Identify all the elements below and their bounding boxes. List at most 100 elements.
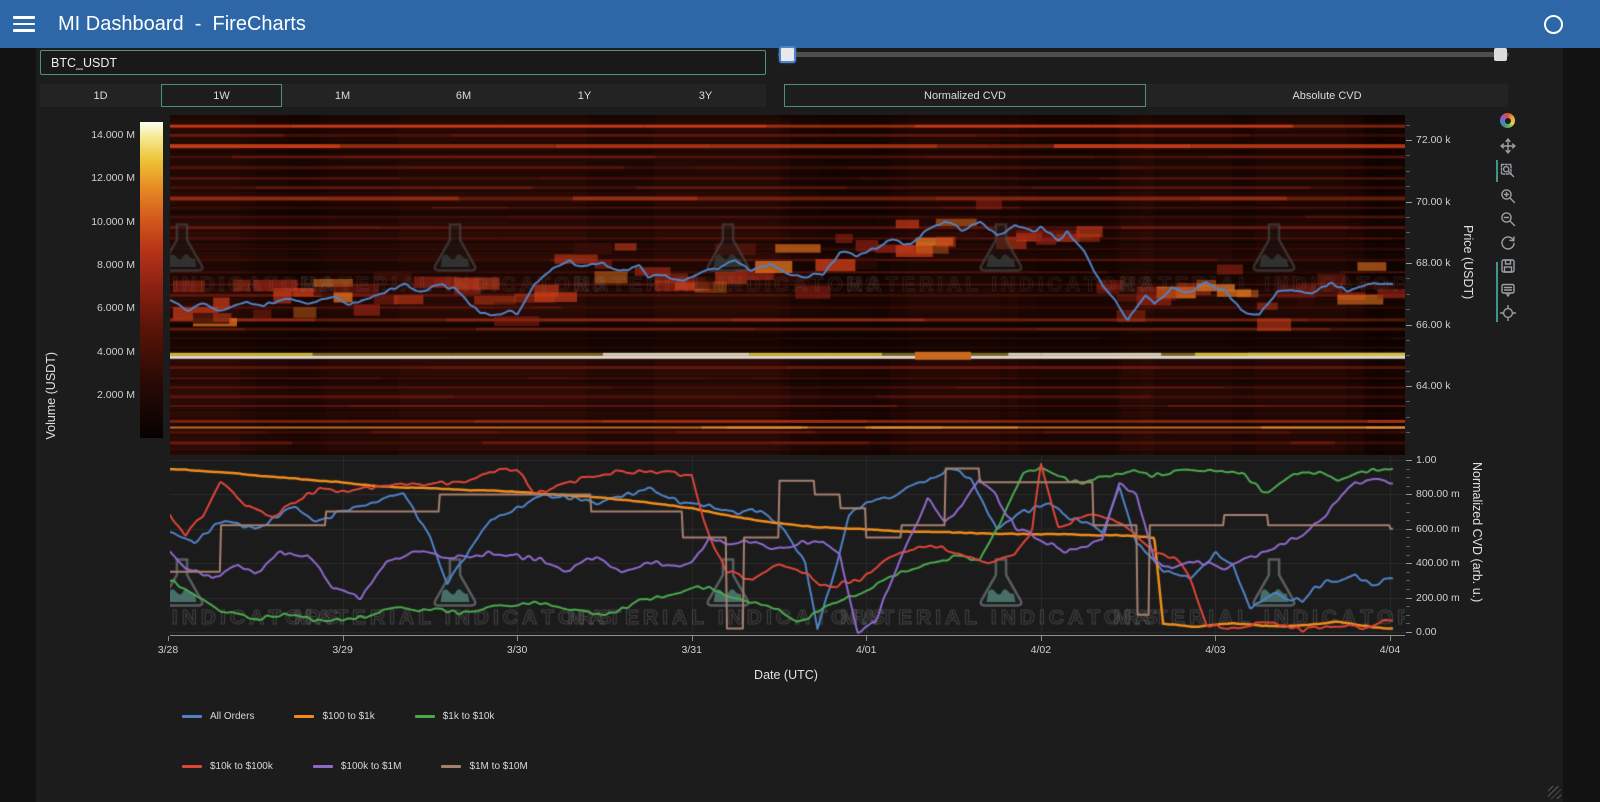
legend-item-all-orders[interactable]: All Orders bbox=[182, 711, 254, 722]
cvd-mode-button-normalized-cvd[interactable]: Normalized CVD bbox=[784, 84, 1146, 107]
cvd-mode-button-group: Normalized CVDAbsolute CVD bbox=[784, 84, 1508, 107]
cvd-tick-mark bbox=[1406, 615, 1410, 616]
modebar-active-indicator bbox=[1496, 262, 1498, 322]
cvd-tick-mark bbox=[1406, 486, 1410, 487]
cvd-tick-mark bbox=[1406, 580, 1410, 581]
x-tick-mark bbox=[1390, 636, 1391, 641]
box-zoom-icon[interactable] bbox=[1500, 163, 1516, 179]
price-tick-mark bbox=[1406, 278, 1410, 279]
price-tick-mark bbox=[1406, 248, 1410, 249]
timeframe-button-1d[interactable]: 1D bbox=[40, 84, 161, 107]
price-tick-mark bbox=[1406, 386, 1412, 387]
legend-line-swatch bbox=[313, 765, 333, 768]
x-tick-mark bbox=[1215, 636, 1216, 641]
legend-item--1k-to-10k[interactable]: $1k to $10k bbox=[415, 711, 495, 722]
x-axis-line bbox=[170, 635, 1405, 636]
date-range-slider-left-handle[interactable] bbox=[779, 46, 796, 63]
price-tick-mark bbox=[1406, 125, 1410, 126]
x-tick-label: 3/29 bbox=[323, 644, 363, 656]
heatmap-canvas[interactable] bbox=[170, 115, 1405, 455]
legend-label: $1M to $10M bbox=[469, 761, 527, 772]
hamburger-menu-icon[interactable] bbox=[13, 16, 35, 33]
cvd-tick-mark bbox=[1406, 494, 1412, 495]
x-tick-label: 4/02 bbox=[1021, 644, 1061, 656]
cvd-tick-mark bbox=[1406, 460, 1412, 461]
circle-outline-icon[interactable] bbox=[1544, 15, 1563, 34]
legend-item--1m-to-10m[interactable]: $1M to $10M bbox=[441, 761, 527, 772]
cvd-tick-mark bbox=[1406, 546, 1410, 547]
price-tick-mark bbox=[1406, 140, 1412, 141]
date-range-slider-right-handle[interactable] bbox=[1494, 48, 1507, 61]
price-tick-mark bbox=[1406, 401, 1410, 402]
spikelines-icon[interactable] bbox=[1500, 305, 1516, 321]
x-tick-mark bbox=[866, 636, 867, 641]
x-tick-label: 3/30 bbox=[497, 644, 537, 656]
cvd-tick-label: 1.00 bbox=[1416, 454, 1436, 466]
timeframe-button-6m[interactable]: 6M bbox=[403, 84, 524, 107]
app-header: MI Dashboard - FireCharts bbox=[0, 0, 1600, 48]
legend-label: $10k to $100k bbox=[210, 761, 273, 772]
cvd-tick-mark bbox=[1406, 606, 1410, 607]
cvd-tick-mark bbox=[1406, 512, 1410, 513]
legend-line-swatch bbox=[294, 715, 314, 718]
timeframe-button-1w[interactable]: 1W bbox=[161, 84, 282, 107]
cvd-tick-label: 600.00 m bbox=[1416, 523, 1460, 535]
price-tick-label: 68.00 k bbox=[1416, 257, 1450, 269]
colorbar-tick-label: 6.000 M bbox=[40, 302, 135, 314]
price-tick-mark bbox=[1406, 432, 1410, 433]
hover-icon[interactable] bbox=[1500, 282, 1516, 298]
plotly-logo-icon[interactable] bbox=[1500, 113, 1516, 129]
timeframe-button-3y[interactable]: 3Y bbox=[645, 84, 766, 107]
cvd-tick-mark bbox=[1406, 598, 1412, 599]
page-title: MI Dashboard - FireCharts bbox=[58, 0, 306, 48]
x-axis-title: Date (UTC) bbox=[686, 668, 886, 682]
legend-item--100k-to-1m[interactable]: $100k to $1M bbox=[313, 761, 402, 772]
cvd-tick-label: 800.00 m bbox=[1416, 488, 1460, 500]
cvd-tick-label: 0.00 bbox=[1416, 626, 1436, 638]
x-tick-mark bbox=[343, 636, 344, 641]
price-tick-label: 72.00 k bbox=[1416, 134, 1450, 146]
legend-item--100-to-1k[interactable]: $100 to $1k bbox=[294, 711, 374, 722]
price-axis-title: Price (USDT) bbox=[1461, 225, 1475, 299]
save-icon[interactable] bbox=[1500, 258, 1516, 274]
price-tick-mark bbox=[1406, 263, 1412, 264]
zoom-out-icon[interactable] bbox=[1500, 211, 1516, 227]
cvd-tick-mark bbox=[1406, 520, 1410, 521]
date-range-slider-track[interactable] bbox=[778, 52, 1509, 57]
x-tick-label: 4/01 bbox=[846, 644, 886, 656]
page: MI Dashboard - FireCharts 1D1W1M6M1Y3Y N… bbox=[0, 0, 1600, 802]
cvd-canvas[interactable] bbox=[170, 456, 1405, 635]
legend-item--10k-to-100k[interactable]: $10k to $100k bbox=[182, 761, 273, 772]
legend-label: $100 to $1k bbox=[322, 711, 374, 722]
price-tick-mark bbox=[1406, 171, 1410, 172]
x-tick-mark bbox=[168, 636, 169, 641]
volume-colorbar bbox=[140, 122, 163, 438]
volume-axis-title: Volume (USDT) bbox=[44, 352, 58, 440]
cvd-tick-mark bbox=[1406, 469, 1410, 470]
price-tick-mark bbox=[1406, 232, 1410, 233]
cvd-tick-mark bbox=[1406, 477, 1410, 478]
x-tick-label: 3/31 bbox=[672, 644, 712, 656]
colorbar-tick-label: 8.000 M bbox=[40, 259, 135, 271]
cvd-tick-label: 400.00 m bbox=[1416, 557, 1460, 569]
cvd-tick-label: 200.00 m bbox=[1416, 592, 1460, 604]
legend-row-2: $10k to $100k $100k to $1M $1M to $10M bbox=[182, 761, 528, 772]
panel-resize-handle[interactable] bbox=[1548, 786, 1561, 799]
timeframe-button-1y[interactable]: 1Y bbox=[524, 84, 645, 107]
price-tick-mark bbox=[1406, 202, 1412, 203]
cvd-mode-button-absolute-cvd[interactable]: Absolute CVD bbox=[1146, 84, 1508, 107]
legend-line-swatch bbox=[415, 715, 435, 718]
autoscale-icon[interactable] bbox=[1500, 234, 1516, 250]
legend-row-1: All Orders $100 to $1k $1k to $10k bbox=[182, 711, 494, 722]
zoom-in-icon[interactable] bbox=[1500, 188, 1516, 204]
timeframe-button-1m[interactable]: 1M bbox=[282, 84, 403, 107]
price-tick-mark bbox=[1406, 309, 1410, 310]
x-tick-mark bbox=[517, 636, 518, 641]
pan-icon[interactable] bbox=[1500, 138, 1516, 154]
symbol-input[interactable] bbox=[40, 50, 766, 75]
price-tick-mark bbox=[1406, 355, 1410, 356]
x-tick-mark bbox=[1041, 636, 1042, 641]
legend-label: $1k to $10k bbox=[443, 711, 495, 722]
cvd-tick-mark bbox=[1406, 555, 1410, 556]
cvd-axis-title: Normalized CVD (arb. u.) bbox=[1470, 462, 1484, 602]
